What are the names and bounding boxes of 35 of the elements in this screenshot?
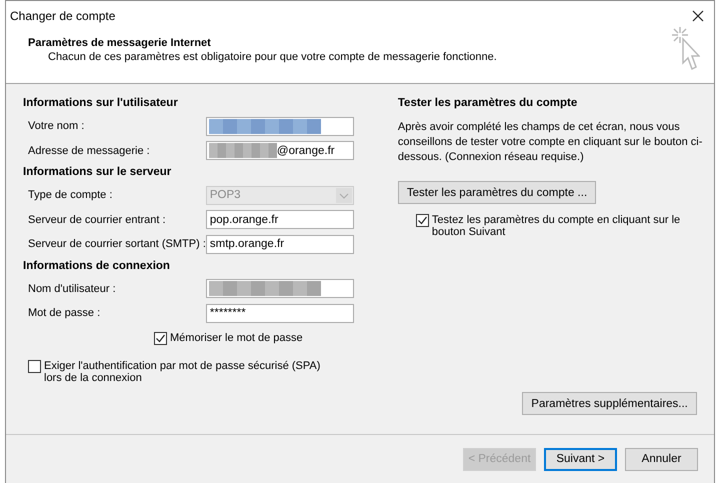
field-label: Type de compte :	[28, 189, 112, 202]
input-field[interactable]: @orange.fr	[206, 141, 354, 160]
field-label: Serveur de courrier sortant (SMTP) :	[28, 238, 206, 250]
input-field[interactable]: smtp.orange.fr	[206, 234, 354, 254]
footer-button[interactable]: Suivant >	[544, 448, 617, 470]
input-field[interactable]	[206, 279, 354, 298]
field-label: Nom d'utilisateur :	[28, 282, 116, 295]
input-field[interactable]: ********	[206, 304, 354, 323]
test-settings-button[interactable]: Tester les paramètres du compte ...	[398, 181, 596, 204]
redaction-drawing	[208, 143, 277, 158]
section-heading: Informations sur l'utilisateur	[23, 97, 179, 109]
header-title: Paramètres de messagerie Internet	[28, 37, 212, 49]
section-heading: Informations de connexion	[23, 260, 171, 272]
checkbox-label: Exiger l'authentification par mot de passe sécurisé (SPA) lors de la connexion	[44, 360, 322, 384]
more-settings-button[interactable]: Paramètres supplémentaires...	[522, 392, 697, 415]
footer-button[interactable]: Annuler	[625, 448, 698, 470]
checkbox[interactable]	[28, 360, 41, 372]
test-description: Après avoir complété les champs de cet écran, nous vous conseillons de tester votre compte en cliquant sur le bouton ci-dessous. (Connexion réseau requise.)	[398, 120, 703, 165]
section-heading: Informations sur le serveur	[23, 166, 172, 178]
checkbox-label: Mémoriser le mot de passe	[170, 332, 303, 344]
input-field[interactable]: pop.orange.fr	[206, 210, 354, 230]
section-heading: Tester les paramètres du compte	[398, 97, 578, 109]
header-subtitle: Chacun de ces paramètres est obligatoire pour que votre compte de messagerie fonctionne.	[47, 51, 497, 63]
input-field[interactable]	[206, 116, 354, 136]
field-label: Mot de passe :	[28, 307, 100, 320]
field-label: Serveur de courrier entrant :	[28, 214, 166, 226]
field-label: Votre nom :	[28, 120, 84, 132]
field-label: Adresse de messagerie :	[28, 144, 150, 157]
cursor-sparkle-icon	[670, 25, 700, 73]
checkbox[interactable]	[154, 332, 167, 344]
checkbox[interactable]	[416, 214, 429, 227]
checkbox-label: Testez les paramètres du compte en cliquant sur le bouton Suivant	[432, 214, 682, 238]
caret-icon	[336, 188, 352, 203]
window-title: Changer de compte	[10, 9, 116, 23]
close-icon[interactable]	[692, 10, 704, 22]
